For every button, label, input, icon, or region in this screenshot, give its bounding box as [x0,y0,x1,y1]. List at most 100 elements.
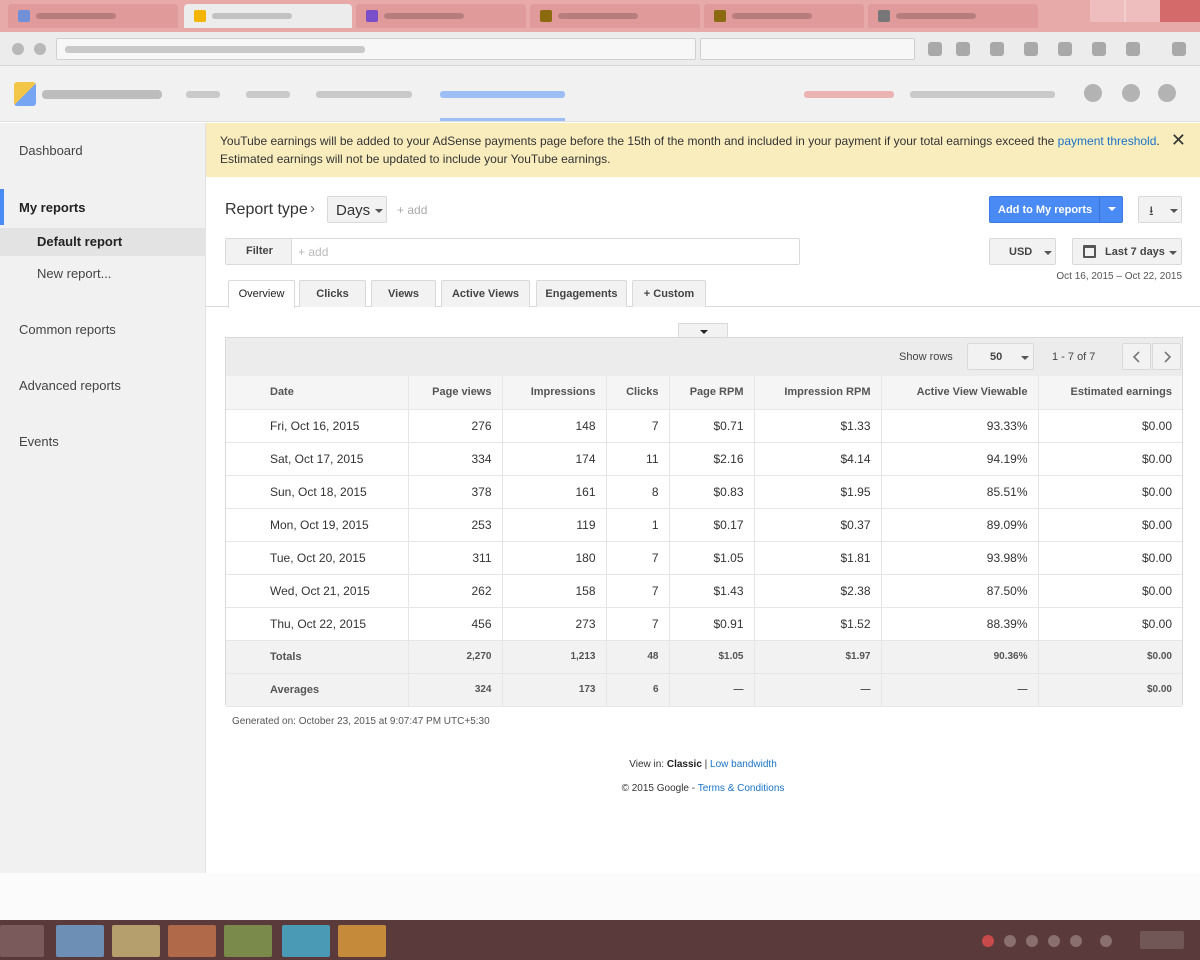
browser-tab-active[interactable] [184,4,352,28]
tab-active-views[interactable]: Active Views [441,280,530,307]
chart-toggle-handle[interactable] [678,323,728,338]
terms-link[interactable]: Terms & Conditions [698,783,785,794]
table-cell: 456 [407,607,502,641]
taskbar-app-icon[interactable] [56,925,104,957]
sidebar-item-default-report[interactable]: Default report [0,228,206,256]
column-header[interactable]: Estimated earnings [1037,376,1182,410]
report-table: Date Page views Impressions Clicks Page RPM I… [226,376,1182,707]
sidebar-item-dashboard[interactable]: Dashboard [0,143,206,167]
extension-icon[interactable] [1092,42,1106,56]
tab-engagements[interactable]: Engagements [536,280,627,307]
currency-value: USD [1009,246,1033,258]
column-header[interactable]: Page RPM [668,376,754,410]
generated-timestamp: Generated on: October 23, 2015 at 9:07:4… [232,716,490,727]
view-separator: | [701,759,711,770]
account-email[interactable] [910,91,1055,98]
sidebar-item-events[interactable]: Events [0,434,206,456]
table-cell: 11 [605,442,669,476]
feedback-icon[interactable] [1122,84,1140,102]
browser-tab[interactable] [8,4,178,28]
table-cell: 273 [501,607,606,641]
table-cell: $1.52 [753,607,881,641]
extension-icon[interactable] [1058,42,1072,56]
minimize-button[interactable] [1090,0,1126,22]
date-range-dropdown[interactable]: Last 7 days [1072,238,1182,265]
tray-icon[interactable] [1026,935,1038,947]
sidebar-item-advanced-reports[interactable]: Advanced reports [0,378,206,400]
tray-icon[interactable] [1070,935,1082,947]
chevron-down-icon [1169,251,1177,255]
column-header[interactable]: Page views [407,376,502,410]
extension-icon[interactable] [956,42,970,56]
close-icon[interactable]: ✕ [1171,131,1186,149]
payment-threshold-link[interactable]: payment threshold [1058,134,1157,148]
taskbar-app-icon[interactable] [338,925,386,957]
address-bar[interactable] [56,38,696,60]
tab-views[interactable]: Views [371,280,436,307]
settings-gear-icon[interactable] [1158,84,1176,102]
table-cell: $1.33 [753,409,881,443]
dimension-dropdown[interactable]: Days [327,196,387,223]
browser-tab[interactable] [356,4,526,28]
browser-tab[interactable] [704,4,864,28]
show-rows-dropdown[interactable]: 50 [967,343,1034,370]
column-header[interactable]: Active View Viewable [880,376,1038,410]
extension-icon[interactable] [1024,42,1038,56]
table-cell: 158 [501,574,606,608]
nav-link-allow-block-ads[interactable] [316,91,412,98]
taskbar-app-icon[interactable] [282,925,330,957]
table-cell: $1.81 [753,541,881,575]
column-header[interactable]: Impression RPM [753,376,881,410]
column-header[interactable]: Clicks [605,376,669,410]
table-cell: 8 [605,475,669,509]
currency-dropdown[interactable]: USD [989,238,1056,265]
tray-icon[interactable] [1100,935,1112,947]
taskbar-app-icon[interactable] [168,925,216,957]
column-header[interactable]: Date [226,376,408,410]
filter-button[interactable]: Filter [226,239,292,264]
tray-icon[interactable] [1048,935,1060,947]
low-bandwidth-link[interactable]: Low bandwidth [710,759,777,770]
chevron-down-icon[interactable] [1108,207,1116,211]
toolbar-search-box[interactable] [700,38,915,60]
account-status[interactable] [804,91,894,98]
previous-page-button[interactable] [1122,343,1151,370]
extension-icon[interactable] [990,42,1004,56]
download-button[interactable]: ⭳ [1138,196,1182,223]
browser-tab[interactable] [530,4,700,28]
view-classic-current: Classic [666,759,702,770]
filter-input[interactable]: + add [298,245,328,259]
window-close-button[interactable] [1160,0,1200,22]
extension-icon[interactable] [1126,42,1140,56]
taskbar-app-icon[interactable] [112,925,160,957]
nav-link-performance-reports[interactable] [440,91,565,98]
back-icon[interactable] [12,43,24,55]
sidebar-item-new-report[interactable]: New report... [0,266,206,288]
google-adsense-logo[interactable] [14,82,164,106]
tab-custom[interactable]: + Custom [632,280,706,307]
tray-icon[interactable] [982,935,994,947]
column-header[interactable]: Impressions [501,376,606,410]
tray-icon[interactable] [1004,935,1016,947]
extension-icon[interactable] [928,42,942,56]
adsense-logo-icon [14,82,36,106]
chevron-down-icon [700,330,708,334]
nav-link-home[interactable] [186,91,220,98]
browser-tab[interactable] [868,4,1038,28]
start-button[interactable] [0,925,44,957]
tab-clicks[interactable]: Clicks [299,280,366,307]
next-page-button[interactable] [1152,343,1181,370]
forward-icon[interactable] [34,43,46,55]
add-dimension-link[interactable]: + add [397,203,427,217]
table-header-row: Date Page views Impressions Clicks Page RPM I… [226,376,1182,410]
table-cell: 89.09% [880,508,1038,542]
taskbar-app-icon[interactable] [224,925,272,957]
sidebar-item-my-reports[interactable]: My reports [0,189,206,225]
notifications-icon[interactable] [1084,84,1102,102]
maximize-button[interactable] [1124,0,1160,22]
nav-link-my-ads[interactable] [246,91,290,98]
add-to-my-reports-button[interactable]: Add to My reports [989,196,1123,223]
sidebar-item-common-reports[interactable]: Common reports [0,322,206,344]
menu-icon[interactable] [1172,42,1186,56]
tab-overview[interactable]: Overview [228,280,295,308]
